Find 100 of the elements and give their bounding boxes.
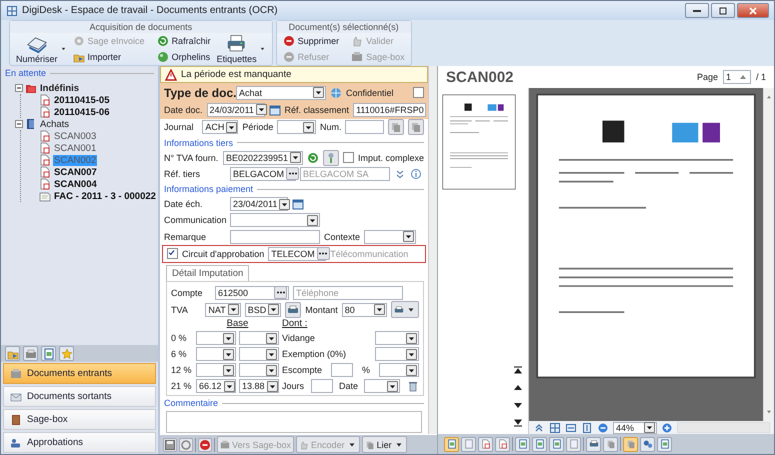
- star-button[interactable]: [59, 346, 74, 361]
- nav-item[interactable]: Approbations: [3, 432, 156, 453]
- zoom-dropdown[interactable]: 44%: [613, 422, 657, 434]
- communication-dropdown[interactable]: [230, 213, 320, 228]
- page-thumbnail[interactable]: [442, 92, 516, 192]
- remark-field[interactable]: [230, 230, 320, 244]
- zoom-in-icon[interactable]: [661, 422, 673, 434]
- discount-dropdown[interactable]: [379, 363, 419, 378]
- document-button[interactable]: [566, 436, 581, 452]
- ribbon-button[interactable]: Importer: [72, 50, 145, 64]
- ribbon-button[interactable]: Numériser: [16, 34, 58, 64]
- calendar-icon[interactable]: [268, 104, 281, 116]
- expand-icon[interactable]: [394, 168, 406, 180]
- printer-dropdown-button[interactable]: [391, 301, 419, 318]
- vat-type-dropdown[interactable]: BSD: [244, 302, 282, 317]
- tree-item[interactable]: Indéfinis: [39, 82, 80, 94]
- minimize-button[interactable]: [685, 3, 709, 18]
- ribbon-button[interactable]: Rafraîchir: [156, 34, 211, 48]
- collapse-icon[interactable]: [15, 84, 23, 92]
- close-button[interactable]: [737, 3, 769, 18]
- page-button[interactable]: [444, 436, 459, 452]
- period-dropdown[interactable]: [277, 120, 316, 134]
- tree-item[interactable]: SCAN003: [53, 130, 98, 142]
- vat-amount-dropdown[interactable]: 13.88: [239, 379, 279, 394]
- grid-icon[interactable]: [549, 422, 561, 434]
- maximize-button[interactable]: [711, 3, 735, 18]
- doc-type-dropdown[interactable]: Achat: [236, 86, 326, 100]
- globe-icon[interactable]: [330, 86, 342, 99]
- nav-item[interactable]: Documents entrants: [3, 363, 156, 384]
- browse-button[interactable]: [274, 286, 287, 300]
- tray-button[interactable]: [23, 346, 38, 361]
- vat-code-dropdown[interactable]: NAT: [205, 302, 241, 317]
- checkbox[interactable]: [167, 248, 178, 260]
- page-number-field[interactable]: 1: [722, 70, 751, 84]
- comment-field[interactable]: [166, 411, 422, 434]
- refresh-icon[interactable]: [306, 152, 319, 164]
- ribbon-button[interactable]: Etiquettes: [216, 34, 257, 64]
- trash-icon[interactable]: [406, 380, 419, 392]
- vertical-scrollbar[interactable]: [763, 88, 774, 421]
- fit-width-icon[interactable]: [565, 422, 577, 434]
- supplier-field[interactable]: BELGACOM: [230, 166, 296, 181]
- stop-button[interactable]: [198, 438, 212, 452]
- option-dropdown[interactable]: [375, 347, 419, 362]
- vat-amount-dropdown[interactable]: [239, 363, 279, 378]
- discount-field[interactable]: [331, 363, 354, 378]
- collapse-icon[interactable]: [15, 120, 23, 128]
- info-icon[interactable]: [410, 168, 422, 180]
- browse-button[interactable]: [286, 167, 300, 180]
- image-button[interactable]: [549, 436, 564, 452]
- document-button[interactable]: [495, 436, 510, 452]
- confidential-checkbox[interactable]: [413, 87, 424, 98]
- vat-number-dropdown[interactable]: BE0202239951: [222, 150, 303, 165]
- base-amount-dropdown[interactable]: [196, 363, 236, 378]
- tree-item[interactable]: FAC - 2011 - 3 - 000022: [53, 190, 157, 202]
- document-button[interactable]: [41, 346, 56, 361]
- blank-page-button[interactable]: [461, 436, 476, 452]
- tree-item[interactable]: 20110415-06: [53, 106, 110, 118]
- tab[interactable]: Détail Imputation: [166, 265, 250, 282]
- page-button[interactable]: [657, 436, 672, 452]
- due-date-dropdown[interactable]: 23/04/2011: [230, 197, 288, 212]
- paste-button[interactable]: [408, 119, 424, 136]
- number-field[interactable]: [345, 120, 384, 134]
- printer-button[interactable]: [285, 302, 302, 318]
- folder-button[interactable]: [5, 346, 20, 361]
- tree-item[interactable]: SCAN004: [53, 178, 98, 190]
- tree-item[interactable]: Achats: [39, 118, 70, 130]
- base-amount-dropdown[interactable]: [196, 331, 236, 346]
- printer-button[interactable]: [586, 436, 601, 452]
- reference-field[interactable]: 1110016#FRSP0: [353, 102, 426, 117]
- pin-button[interactable]: [322, 150, 339, 166]
- nav-item[interactable]: Sage-box: [3, 409, 156, 430]
- vat-amount-dropdown[interactable]: [239, 331, 279, 346]
- days-field[interactable]: [310, 379, 332, 394]
- journal-dropdown[interactable]: ACH: [202, 120, 238, 134]
- context-dropdown[interactable]: [364, 230, 416, 244]
- ribbon-button[interactable]: Orphelins: [156, 50, 211, 64]
- account-field[interactable]: 612500: [215, 286, 289, 300]
- tree-item[interactable]: SCAN001: [53, 142, 98, 154]
- copy-button[interactable]: [603, 436, 618, 452]
- toolbar-button[interactable]: Lier: [362, 436, 407, 453]
- browse-button[interactable]: [316, 247, 330, 260]
- tree-item[interactable]: 20110415-05: [53, 94, 110, 106]
- base-amount-dropdown[interactable]: [196, 347, 236, 362]
- option-dropdown[interactable]: [375, 331, 419, 346]
- zoom-out-icon[interactable]: [597, 422, 609, 434]
- date-dropdown[interactable]: 24/03/2011: [206, 102, 265, 117]
- gears-button[interactable]: [640, 436, 655, 452]
- ribbon-button[interactable]: Supprimer: [282, 34, 340, 48]
- refresh-button[interactable]: [179, 438, 193, 452]
- vertical-scrollbar[interactable]: [428, 66, 437, 434]
- amount-dropdown[interactable]: 80: [342, 302, 387, 317]
- image-button[interactable]: [532, 436, 547, 452]
- document-button[interactable]: [478, 436, 493, 452]
- copy-button[interactable]: [388, 119, 404, 136]
- fit-height-icon[interactable]: [581, 422, 593, 434]
- save-button[interactable]: [163, 438, 177, 452]
- horizontal-scrollbar[interactable]: [677, 422, 770, 433]
- calendar-icon[interactable]: [292, 198, 304, 210]
- checkbox[interactable]: [342, 152, 354, 164]
- vat-amount-dropdown[interactable]: [239, 347, 279, 362]
